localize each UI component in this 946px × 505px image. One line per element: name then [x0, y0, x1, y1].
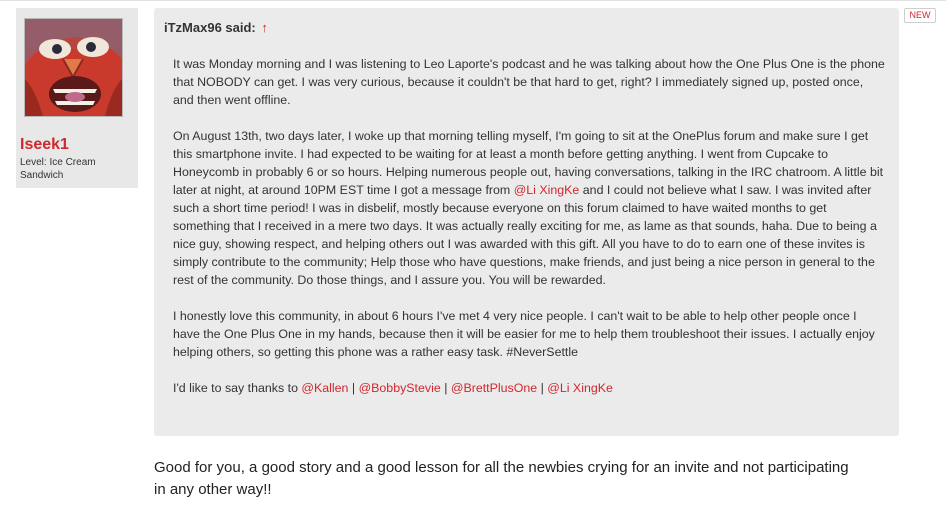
avatar[interactable]: [24, 18, 123, 117]
quote-block: iTzMax96 said: ↑ It was Monday morning a…: [154, 8, 899, 436]
screaming-face-avatar-icon: [25, 19, 122, 116]
user-level: Level: Ice Cream Sandwich: [20, 157, 96, 181]
thanks-intro: I'd like to say thanks to: [173, 381, 298, 395]
quote-paragraph-1: It was Monday morning and I was listenin…: [173, 57, 885, 107]
top-divider: [0, 0, 946, 1]
mention-li-xingke[interactable]: @Li XingKe: [514, 183, 580, 197]
mention-brettplusone[interactable]: @BrettPlusOne: [451, 381, 537, 395]
mention-separator: |: [540, 381, 544, 395]
quote-body: It was Monday morning and I was listenin…: [173, 55, 885, 415]
user-card: Iseek1 Level: Ice Cream Sandwich: [16, 8, 138, 188]
jump-to-post-arrow-icon[interactable]: ↑: [261, 20, 268, 35]
quote-paragraph-4: I'd like to say thanks to @Kallen | @Bob…: [173, 379, 885, 397]
mention-li-xingke[interactable]: @Li XingKe: [547, 381, 613, 395]
mention-separator: |: [351, 381, 356, 395]
quote-paragraph-3: I honestly love this community, in about…: [173, 309, 875, 359]
new-badge[interactable]: NEW: [904, 8, 936, 23]
quote-header: iTzMax96 said: ↑: [164, 20, 268, 35]
mention-bobbystevie[interactable]: @BobbyStevie: [359, 381, 441, 395]
mention-separator: |: [444, 381, 448, 395]
mention-kallen[interactable]: @Kallen: [301, 381, 348, 395]
quote-author: iTzMax96 said:: [164, 20, 256, 35]
username-link[interactable]: Iseek1: [20, 136, 69, 154]
quote-paragraph-2: On August 13th, two days later, I woke u…: [173, 127, 885, 289]
reply-text: Good for you, a good story and a good le…: [154, 459, 849, 498]
quote-paragraph-2-end: and I could not believe what I saw. I wa…: [173, 183, 877, 287]
